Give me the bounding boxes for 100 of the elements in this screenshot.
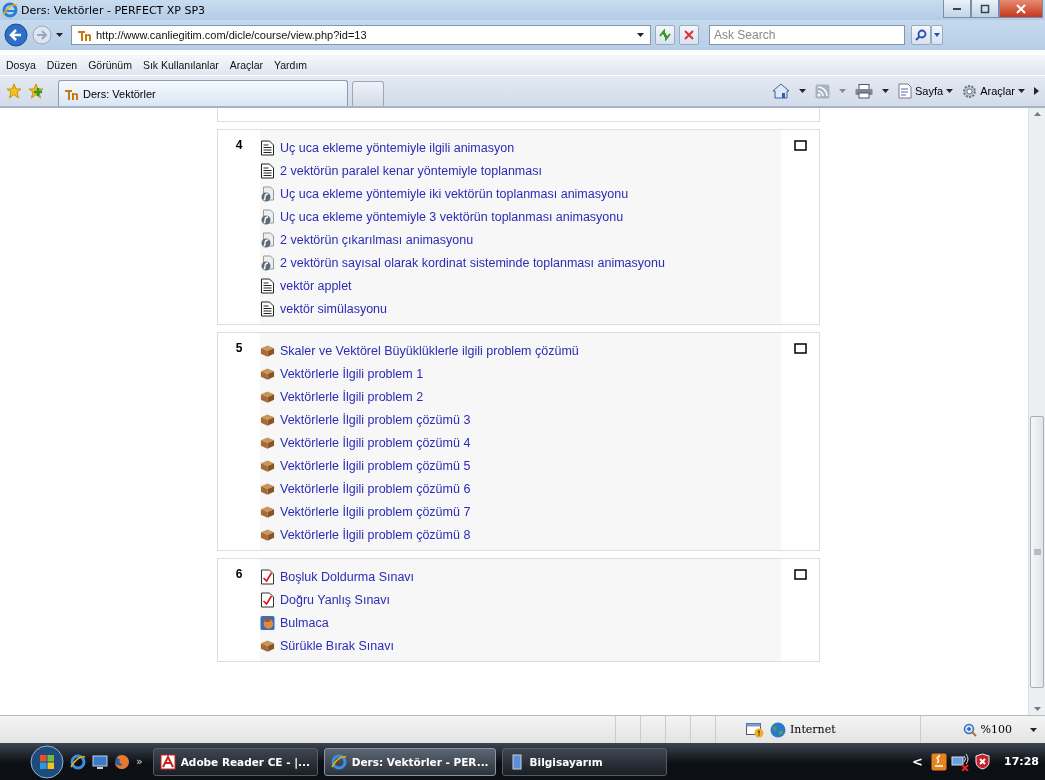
box-icon [260, 526, 275, 543]
caret-icon [1018, 89, 1025, 93]
back-button[interactable] [4, 23, 28, 47]
highlight-toggle-icon[interactable] [793, 569, 807, 580]
box-icon [260, 503, 275, 520]
more-commands-icon[interactable] [1034, 87, 1039, 95]
activity-link[interactable]: Vektörlerle İlgili problem çözümü 5 [280, 458, 471, 473]
browser-icon [330, 753, 347, 770]
menu-item[interactable]: Yardım [274, 59, 308, 71]
menu-item[interactable]: Düzen [46, 59, 78, 71]
firefox-icon[interactable] [114, 753, 130, 770]
search-icon [915, 29, 927, 41]
zoom-control[interactable]: %100 [962, 722, 1037, 737]
history-dropdown-icon[interactable] [56, 33, 63, 37]
taskbar-button[interactable]: Ders: Vektörler - PER... [323, 747, 496, 776]
browser-icon[interactable] [70, 753, 86, 770]
minimize-icon [952, 7, 962, 10]
favorites-star-icon[interactable] [6, 83, 22, 99]
refresh-icon [658, 29, 672, 41]
activity-link[interactable]: Vektörlerle İlgili problem 2 [280, 389, 424, 404]
activity-link[interactable]: Vektörlerle İlgili problem çözümü 4 [280, 435, 471, 450]
site-icon [65, 87, 79, 100]
maximize-button[interactable] [971, 0, 999, 18]
close-button[interactable] [999, 0, 1043, 18]
activity-link[interactable]: Vektörlerle İlgili problem çözümü 3 [280, 412, 471, 427]
start-button[interactable] [30, 744, 64, 779]
page-icon [898, 83, 912, 99]
page-menu-button[interactable]: Sayfa [898, 83, 954, 99]
activity-link[interactable]: Doğru Yanlış Sınavı [280, 592, 391, 607]
menu-item[interactable]: Sık Kullanılanlar [142, 59, 219, 71]
menu-item[interactable]: Dosya [6, 59, 36, 71]
java-icon[interactable] [931, 752, 947, 771]
activity-link[interactable]: Skaler ve Vektörel Büyüklüklerle ilgili problem çözümü [280, 343, 579, 358]
scrollbar[interactable] [1028, 108, 1045, 715]
activity-link[interactable]: Uç uca ekleme yöntemiyle 3 vektörün toplanması animasyonu [280, 209, 624, 224]
activity-link[interactable]: Bulmaca [280, 615, 329, 630]
highlight-toggle-icon[interactable] [793, 343, 807, 354]
grip-icon[interactable] [1033, 549, 1041, 555]
printer-icon[interactable] [855, 83, 873, 99]
section-number: 4 [234, 137, 244, 154]
activity-link[interactable]: vektör applet [280, 278, 352, 293]
taskbar-button[interactable]: Bilgisayarım [501, 747, 667, 776]
box-icon [260, 457, 275, 474]
browser-icon [2, 2, 18, 18]
box-icon [260, 434, 275, 451]
show-hidden-icons-button[interactable]: < [912, 754, 923, 769]
window-title: Ders: Vektörler - PERFECT XP SP3 [21, 3, 206, 17]
home-icon[interactable] [772, 83, 790, 99]
activity-link[interactable]: 2 vektörün sayısal olarak kordinat sisteminde toplanması animasyonu [280, 255, 665, 270]
cross-icon [684, 30, 694, 40]
refresh-button[interactable] [655, 25, 675, 45]
activity-link[interactable]: Vektörlerle İlgili problem çözümü 6 [280, 481, 471, 496]
activity-link[interactable]: Uç uca ekleme yöntemiyle iki vektörün toplanması animasyonu [280, 186, 629, 201]
caret-icon [934, 33, 940, 37]
search-options-button[interactable] [931, 25, 943, 45]
shield-icon[interactable] [975, 753, 990, 770]
activity-link[interactable]: 2 vektörün çıkarılması animasyonu [280, 232, 474, 247]
stop-button[interactable] [679, 25, 699, 45]
address-field[interactable]: http://www.canliegitim.com/dicle/course/view.php?id=13 [71, 25, 651, 45]
tools-menu-button[interactable]: Araçlar [962, 83, 1025, 99]
clock[interactable]: 17:28 [1004, 755, 1039, 768]
caret-icon [1030, 727, 1037, 732]
pdf-icon [159, 753, 176, 770]
activity-link[interactable]: vektör simülasyonu [280, 301, 387, 316]
activity-link[interactable]: Boşluk Doldurma Sınavı [280, 569, 415, 584]
taskbar-button[interactable]: Adobe Reader CE - |... [152, 747, 318, 776]
box-icon [260, 637, 275, 654]
globe-icon [770, 721, 786, 738]
activity-link[interactable]: Uç uca ekleme yöntemiyle ilgili animasyon [280, 140, 515, 155]
search-button[interactable] [911, 25, 931, 45]
caret-icon [946, 89, 954, 93]
box-icon [260, 342, 275, 359]
highlight-toggle-icon[interactable] [793, 140, 807, 151]
activity-link[interactable]: Vektörlerle İlgili problem çözümü 7 [280, 504, 471, 519]
minimize-button[interactable] [943, 0, 971, 18]
puzzle-icon [260, 614, 275, 631]
section-number: 6 [234, 566, 244, 583]
zoom-icon [962, 722, 977, 737]
overflow-chevron[interactable]: » [136, 755, 143, 768]
menu-item[interactable]: Görünüm [88, 59, 132, 71]
restore-icon [980, 3, 990, 14]
scroll-up-icon[interactable] [1033, 112, 1041, 116]
site-icon [78, 29, 92, 41]
caret-icon[interactable] [799, 89, 806, 93]
gear-icon [962, 83, 978, 99]
activity-link[interactable]: Vektörlerle İlgili problem 1 [280, 366, 424, 381]
caret-icon[interactable] [882, 89, 889, 93]
activity-link[interactable]: Vektörlerle İlgili problem çözümü 8 [280, 527, 471, 542]
search-field[interactable]: Ask Search [709, 25, 905, 45]
browser-tab[interactable]: Ders: Vektörler [58, 80, 348, 106]
activity-link[interactable]: Sürükle Bırak Sınavı [280, 638, 394, 653]
network-error-icon[interactable] [951, 752, 971, 771]
box-icon [260, 480, 275, 497]
popup-warning-icon[interactable] [746, 721, 764, 738]
scroll-down-icon[interactable] [1033, 707, 1041, 711]
activity-link[interactable]: 2 vektörün paralel kenar yöntemiyle toplanması [280, 163, 542, 178]
add-favorite-icon[interactable] [28, 83, 44, 99]
menu-item[interactable]: Araçlar [229, 59, 264, 71]
box-icon [260, 365, 275, 382]
desktop-icon[interactable] [92, 753, 108, 770]
